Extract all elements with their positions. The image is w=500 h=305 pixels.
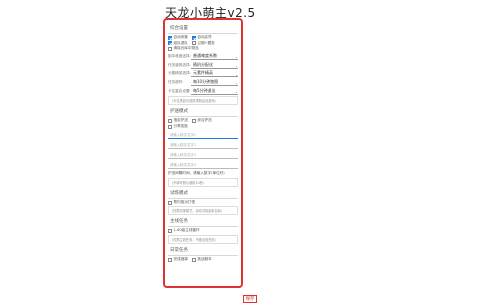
- select-value: 每10分钟跑图: [193, 79, 219, 85]
- escort-section-title: 护送模式: [170, 109, 188, 115]
- share-reward-label: 分享奖励: [173, 123, 188, 128]
- expire-check-checkbox[interactable]: [191, 41, 196, 46]
- select-row: 任务超时: 每10分钟跑图: [168, 79, 238, 87]
- combined-escort-checkbox[interactable]: [191, 119, 196, 124]
- select-row: 副本难度选择: 普通难度系数: [168, 52, 238, 60]
- clear-warehouse-checkbox[interactable]: [168, 46, 172, 51]
- assign-fight-checkbox[interactable]: [168, 200, 172, 205]
- sprite-name-input-3[interactable]: 请输入精灵名字3: [168, 151, 238, 160]
- select-value: 普通难度系数: [193, 52, 217, 58]
- select-row: 卡住重启设置: 每5分钟退出: [168, 87, 238, 95]
- dropdown-arrow-icon: [236, 83, 237, 85]
- restart-select[interactable]: 每5分钟退出: [191, 88, 238, 95]
- select-value: 元素件精英: [193, 70, 213, 76]
- escort-interval-label: 护送间隔时间，请输入数字(单位秒): [168, 171, 225, 176]
- dropdown-arrow-icon: [236, 92, 237, 94]
- divider: [168, 197, 238, 199]
- divider: [168, 33, 238, 34]
- main-task-note: （仅限主线任务，不做支线任务）: [168, 234, 238, 244]
- divider: [168, 254, 238, 256]
- expire-check-label: 过期+跟查: [197, 40, 215, 45]
- share-reward-checkbox[interactable]: [168, 124, 172, 129]
- general-section-title: 综合设置: [170, 26, 188, 31]
- dropdown-arrow-icon: [236, 57, 237, 58]
- trial-section-title: 试炼模式: [170, 190, 188, 196]
- clear-warehouse-label: 清除仓库中物品: [173, 46, 199, 50]
- settings-panel: 综合设置 自动采集 自动买符 组队退队 过期+跟查 清除仓库中物品 副本难度选择…: [163, 18, 243, 288]
- auto-buy-checkbox[interactable]: [191, 35, 196, 40]
- sprite-name-input-4[interactable]: 请输入精灵名字4: [168, 161, 238, 170]
- auto-collect-checkbox[interactable]: [168, 35, 172, 40]
- main-loop-label: 1-60级主线循环: [173, 228, 200, 233]
- daily-checkbox-row: 完成酒肆 挑战副本: [168, 257, 238, 263]
- dropdown-arrow-icon: [236, 74, 237, 76]
- escort-checkbox-row-2: 分享奖励: [168, 124, 238, 130]
- general-checkbox-row-3: 清除仓库中物品: [168, 46, 238, 52]
- trial-checkbox-row: 帮内指派打怪: [168, 200, 238, 206]
- save-button[interactable]: 保存: [243, 295, 257, 303]
- assign-fight-label: 帮内指派打怪: [173, 199, 196, 204]
- daily-section-title: 日常任务: [170, 247, 188, 253]
- main-task-section-title: 主线任务: [170, 219, 188, 225]
- task-timeout-select[interactable]: 每10分钟跑图: [191, 79, 238, 87]
- tavern-label: 完成酒肆: [173, 256, 188, 261]
- select-value: 随机分配化: [193, 61, 213, 67]
- escort-note: （不填写默认使用10秒）: [168, 177, 238, 187]
- elite-label: 元素精英选择:: [168, 71, 191, 76]
- dropdown-arrow-icon: [236, 65, 237, 67]
- challenge-dungeon-label: 挑战副本: [197, 256, 212, 261]
- select-row: 元素精英选择: 元素件精英: [168, 70, 238, 78]
- dungeon-difficulty-label: 副本难度选择:: [168, 53, 191, 58]
- main-task-checkbox-row: 1-60级主线循环: [168, 228, 238, 234]
- elite-select[interactable]: 元素件精英: [191, 70, 238, 78]
- general-note: （卡住重启可选择重新启动游戏）: [168, 96, 238, 106]
- task-timeout-label: 任务超时:: [168, 80, 184, 85]
- tavern-checkbox[interactable]: [168, 257, 172, 262]
- restart-label: 卡住重启设置:: [168, 88, 191, 93]
- select-row: 任务道具选择: 随机分配化: [168, 61, 238, 69]
- trial-note: （仅限试炼模式，自动寻找副本目标）: [168, 206, 238, 216]
- dungeon-difficulty-select[interactable]: 普通难度系数: [191, 53, 238, 60]
- task-item-select[interactable]: 随机分配化: [191, 62, 238, 69]
- sprite-name-input-1[interactable]: 请输入精灵名字1: [168, 131, 238, 140]
- sprite-name-input-2[interactable]: 请输入精灵名字2: [168, 141, 238, 150]
- main-loop-checkbox[interactable]: [168, 229, 172, 234]
- specified-escort-checkbox[interactable]: [168, 119, 172, 124]
- combined-escort-label: 综合护送: [197, 118, 212, 123]
- challenge-dungeon-checkbox[interactable]: [191, 257, 196, 262]
- task-item-label: 任务道具选择:: [168, 62, 191, 67]
- select-value: 每5分钟退出: [193, 87, 216, 93]
- team-quit-checkbox[interactable]: [168, 41, 172, 46]
